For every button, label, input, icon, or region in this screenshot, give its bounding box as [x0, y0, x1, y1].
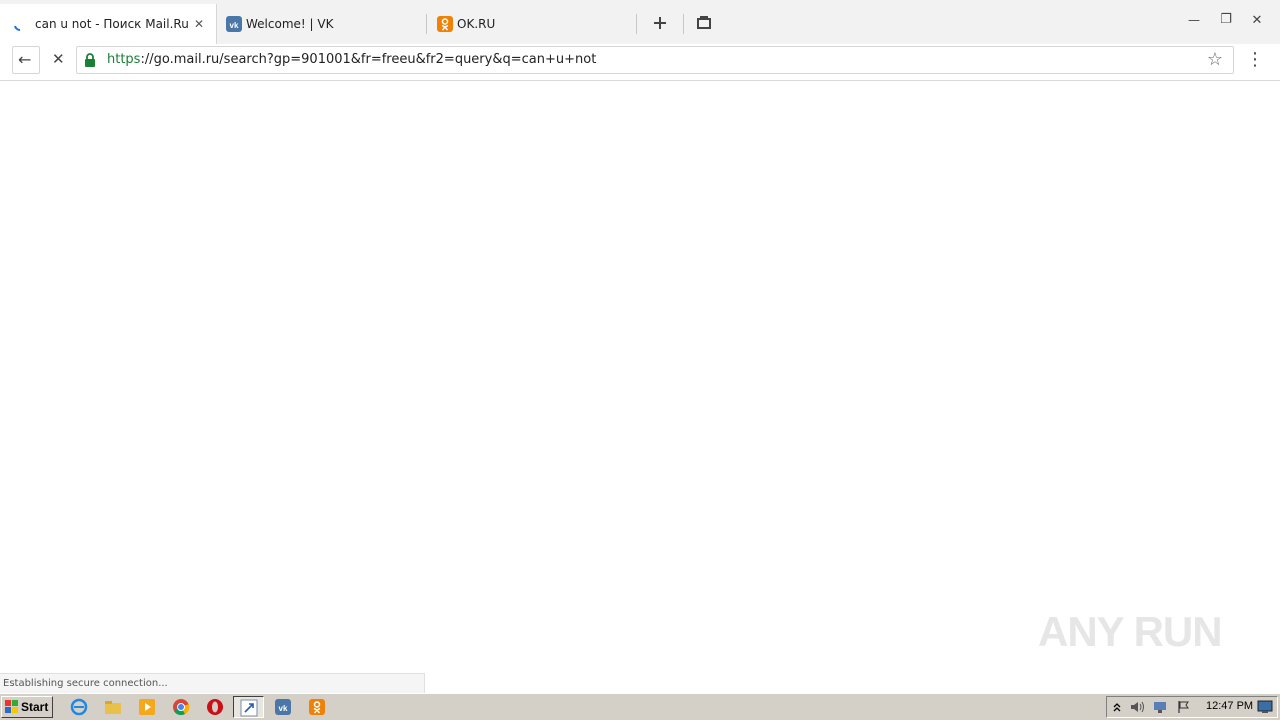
speaker-icon[interactable]: [1129, 700, 1145, 714]
svg-text:vk: vk: [230, 21, 239, 30]
svg-text:vk: vk: [279, 704, 288, 713]
windows-logo-icon: [5, 700, 18, 713]
back-button[interactable]: ←: [12, 46, 40, 74]
tab-close-icon[interactable]: ✕: [192, 16, 206, 32]
desktop-icon[interactable]: [1257, 700, 1273, 714]
url-scheme: https: [107, 52, 141, 67]
opera-icon[interactable]: [206, 698, 224, 716]
start-button[interactable]: Start: [1, 696, 53, 718]
flag-icon[interactable]: [1177, 700, 1191, 714]
url-path: ://go.mail.ru/search?gp=901001&fr=freeu&…: [140, 52, 597, 67]
url-text: https://go.mail.ru/search?gp=901001&fr=f…: [107, 52, 596, 68]
start-label: Start: [21, 700, 49, 714]
media-player-icon[interactable]: [138, 698, 156, 716]
minimize-icon[interactable]: —: [1186, 13, 1202, 27]
app-window-icon: [240, 699, 258, 717]
anyrun-watermark: ANY RUN: [1038, 608, 1223, 655]
restore-icon[interactable]: ❐: [1218, 12, 1234, 27]
stop-button[interactable]: ✕: [44, 46, 74, 74]
status-bubble: Establishing secure connection...: [0, 673, 425, 693]
vk-taskbar-icon[interactable]: vk: [274, 698, 292, 716]
ok-icon: [437, 16, 453, 32]
browser-toolbar: ← ✕ https://go.mail.ru/search?gp=901001&…: [0, 44, 1280, 81]
new-tab-icon[interactable]: [652, 15, 668, 31]
loading-spinner-icon: [14, 25, 21, 31]
tab-ok[interactable]: OK.RU: [427, 4, 637, 44]
ok-taskbar-icon[interactable]: [308, 698, 326, 716]
tab-title: OK.RU: [457, 17, 496, 31]
tab-title: Welcome! | VK: [246, 17, 334, 31]
chrome-icon[interactable]: [172, 698, 190, 716]
back-arrow-icon: ←: [18, 50, 32, 69]
secure-lock-icon: [85, 53, 95, 67]
tab-strip: can u not - Поиск Mail.Ru ✕ vk Welcome! …: [0, 0, 1280, 44]
taskbar: Start vk 12:47 PM: [0, 693, 1280, 720]
address-bar[interactable]: https://go.mail.ru/search?gp=901001&fr=f…: [76, 46, 1234, 74]
window-close-icon[interactable]: ✕: [1249, 13, 1265, 28]
file-explorer-icon[interactable]: [104, 698, 122, 716]
chevron-up-icon[interactable]: [1112, 700, 1122, 714]
tab-mail-search[interactable]: can u not - Поиск Mail.Ru ✕: [0, 4, 217, 44]
page-content: ANY RUN: [0, 81, 1280, 693]
menu-icon[interactable]: ⋮: [1246, 49, 1264, 70]
clock: 12:47 PM: [1206, 700, 1254, 712]
network-icon[interactable]: [1152, 700, 1168, 714]
tab-overview-icon[interactable]: [696, 15, 712, 31]
tab-title: can u not - Поиск Mail.Ru: [35, 17, 189, 31]
active-taskbar-button[interactable]: [233, 696, 264, 718]
internet-explorer-icon[interactable]: [70, 698, 88, 716]
tab-vk[interactable]: vk Welcome! | VK: [217, 4, 427, 44]
vk-icon: vk: [226, 16, 242, 32]
stop-icon: ✕: [52, 50, 65, 68]
bookmark-star-icon[interactable]: ☆: [1207, 49, 1223, 70]
